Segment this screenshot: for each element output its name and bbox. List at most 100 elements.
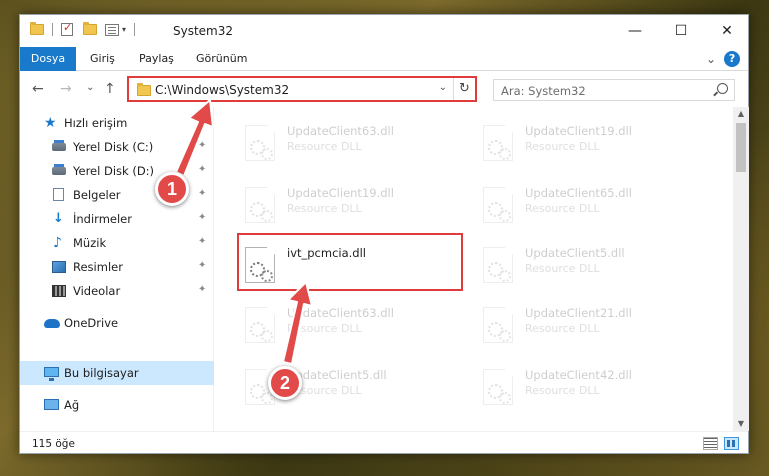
title-bar: ▾ System32 — ☐ ✕ (20, 15, 748, 47)
sidebar-item-label: Belgeler (73, 188, 121, 202)
file-type: Resource DLL (287, 322, 362, 335)
file-name: UpdateClient19.dll (287, 186, 394, 200)
properties-check-icon[interactable] (61, 21, 73, 36)
scrollbar-thumb[interactable] (736, 123, 746, 172)
network-icon (44, 399, 59, 410)
properties-icon[interactable] (105, 23, 119, 36)
file-highlight-box (237, 233, 463, 291)
dll-file-icon (245, 125, 275, 161)
sidebar-item-downloads[interactable]: ↓ İndirmeler ✦ (20, 207, 214, 231)
sidebar-item-network[interactable]: Ağ (20, 393, 214, 417)
ribbon-tabs: Dosya Giriş Paylaş Görünüm ⌄ ? (20, 47, 748, 71)
maximize-button[interactable]: ☐ (658, 15, 704, 47)
star-icon: ★ (44, 115, 57, 131)
sidebar-item-this-pc[interactable]: Bu bilgisayar (20, 361, 214, 385)
tab-file[interactable]: Dosya (20, 47, 76, 71)
sidebar-item-label: Ağ (64, 398, 80, 412)
address-bar[interactable]: C:\Windows\System32 ⌄ ↻ (127, 76, 477, 102)
dll-file-icon (245, 307, 275, 343)
pin-icon[interactable]: ✦ (198, 260, 206, 271)
dll-file-icon (245, 187, 275, 223)
forward-button[interactable]: → (60, 81, 72, 97)
file-type: Resource DLL (287, 202, 362, 215)
pin-icon[interactable]: ✦ (198, 188, 206, 199)
navigation-bar: ← → ⌄ ↑ C:\Windows\System32 ⌄ ↻ Ara: Sys… (20, 72, 748, 107)
customize-toolbar-icon[interactable]: ▾ (122, 25, 126, 34)
search-icon[interactable] (717, 83, 728, 94)
help-icon[interactable]: ? (724, 51, 741, 67)
sidebar-item-pictures[interactable]: Resimler ✦ (20, 255, 214, 279)
address-path[interactable]: C:\Windows\System32 (155, 83, 289, 97)
tab-view[interactable]: Görünüm (196, 47, 247, 71)
vertical-scrollbar[interactable]: ▲ ▼ (733, 107, 749, 431)
file-name: UpdateClient63.dll (287, 306, 394, 320)
download-icon: ↓ (53, 211, 64, 226)
file-name: UpdateClient63.dll (287, 124, 394, 138)
file-item[interactable]: UpdateClient42.dll Resource DLL (479, 363, 699, 413)
back-button[interactable]: ← (32, 81, 44, 97)
details-view-icon[interactable] (703, 437, 718, 450)
sidebar-item-music[interactable]: ♪ Müzik ✦ (20, 231, 214, 255)
file-item[interactable]: UpdateClient65.dll Resource DLL (479, 181, 699, 231)
pin-icon[interactable]: ✦ (198, 236, 206, 247)
pin-icon[interactable]: ✦ (198, 140, 206, 151)
document-icon (53, 188, 64, 201)
close-button[interactable]: ✕ (704, 15, 750, 47)
pin-icon[interactable]: ✦ (198, 212, 206, 223)
file-item[interactable]: UpdateClient19.dll Resource DLL (241, 181, 461, 231)
search-placeholder: Ara: System32 (501, 84, 586, 98)
status-bar: 115 öğe (20, 431, 748, 455)
file-name: UpdateClient5.dll (287, 368, 387, 382)
file-name: UpdateClient65.dll (525, 186, 632, 200)
search-input[interactable]: Ara: System32 (493, 79, 735, 101)
file-item[interactable]: UpdateClient19.dll Resource DLL (479, 119, 699, 169)
file-item[interactable]: UpdateClient21.dll Resource DLL (479, 301, 699, 351)
file-item[interactable]: UpdateClient63.dll Resource DLL (241, 119, 461, 169)
step-badge-1: 1 (155, 172, 189, 206)
sidebar-item-label: Resimler (73, 260, 123, 274)
quick-access-toolbar: ▾ (30, 21, 136, 36)
music-icon: ♪ (53, 235, 62, 251)
sidebar-item-quick-access[interactable]: ★ Hızlı erişim (20, 111, 214, 135)
sidebar-item-videos[interactable]: Videolar ✦ (20, 279, 214, 303)
file-type: Resource DLL (525, 140, 600, 153)
tab-home[interactable]: Giriş (90, 47, 115, 71)
drive-icon (52, 140, 66, 151)
dll-file-icon (483, 307, 513, 343)
toolbar-divider (52, 23, 53, 36)
tab-share[interactable]: Paylaş (139, 47, 174, 71)
sidebar-item-label: Hızlı erişim (64, 116, 128, 130)
scroll-up-icon[interactable]: ▲ (733, 107, 749, 121)
large-icons-view-icon[interactable] (724, 437, 739, 450)
minimize-button[interactable]: — (612, 15, 658, 47)
drive-icon (52, 164, 66, 175)
folder-icon (137, 83, 151, 96)
folder-icon[interactable] (30, 22, 44, 35)
computer-icon (44, 367, 59, 381)
navigation-pane: ★ Hızlı erişim Yerel Disk (C:) ✦ Yerel D… (20, 107, 214, 431)
file-name: UpdateClient42.dll (525, 368, 632, 382)
up-button[interactable]: ↑ (104, 81, 116, 97)
expand-ribbon-icon[interactable]: ⌄ (706, 52, 716, 66)
new-folder-icon[interactable] (83, 22, 97, 35)
item-count: 115 öğe (32, 438, 75, 450)
sidebar-item-onedrive[interactable]: OneDrive (20, 311, 214, 335)
address-dropdown-icon[interactable]: ⌄ (439, 82, 447, 93)
sidebar-item-label: Bu bilgisayar (64, 366, 139, 380)
file-type: Resource DLL (525, 202, 600, 215)
pin-icon[interactable]: ✦ (198, 164, 206, 175)
dll-file-icon (483, 369, 513, 405)
file-item[interactable]: UpdateClient63.dll Resource DLL (241, 301, 461, 351)
window-title: System32 (173, 24, 234, 38)
scroll-down-icon[interactable]: ▼ (733, 417, 749, 431)
dll-file-icon (483, 247, 513, 283)
recent-locations-button[interactable]: ⌄ (86, 82, 94, 93)
sidebar-item-local-disk-c[interactable]: Yerel Disk (C:) ✦ (20, 135, 214, 159)
refresh-button[interactable]: ↻ (453, 78, 475, 100)
pin-icon[interactable]: ✦ (198, 284, 206, 295)
cloud-icon (44, 319, 60, 328)
sidebar-item-label: Videolar (73, 284, 121, 298)
file-type: Resource DLL (525, 262, 600, 275)
file-type: Resource DLL (287, 140, 362, 153)
file-item[interactable]: UpdateClient5.dll Resource DLL (479, 241, 699, 291)
